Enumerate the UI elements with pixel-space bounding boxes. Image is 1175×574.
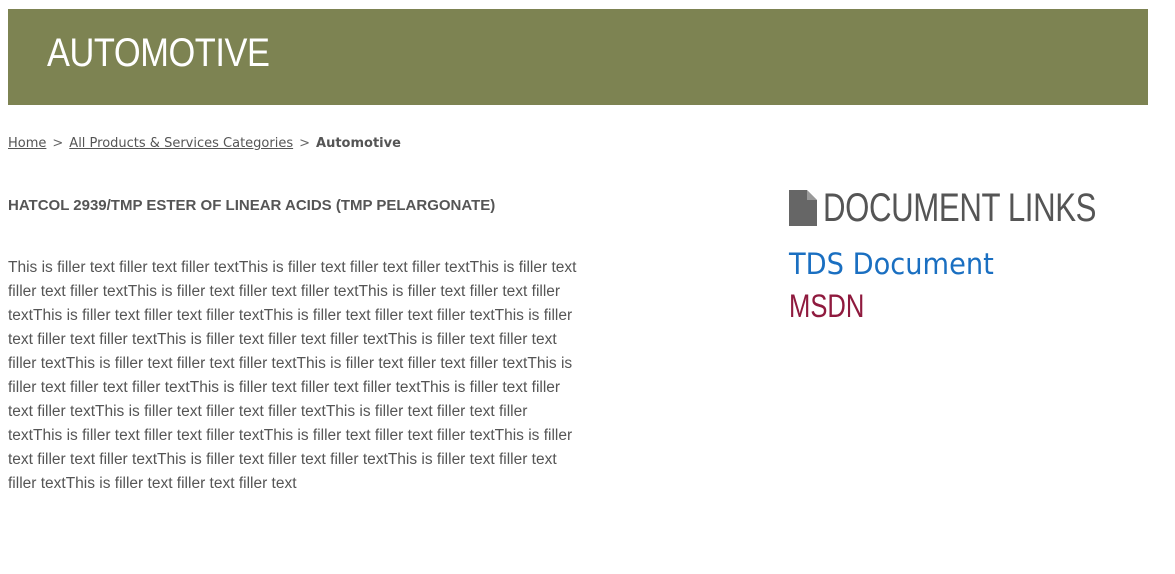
document-links-heading: DOCUMENT LINKS bbox=[789, 186, 1149, 230]
breadcrumb-category-link[interactable]: All Products & Services Categories bbox=[69, 136, 293, 151]
breadcrumb-separator: > bbox=[52, 136, 64, 151]
product-title: HATCOL 2939/TMP ESTER OF LINEAR ACIDS (T… bbox=[8, 197, 496, 214]
page-title: AUTOMOTIVE bbox=[47, 31, 270, 75]
document-links-title: DOCUMENT LINKS bbox=[823, 186, 1097, 230]
breadcrumb-home-link[interactable]: Home bbox=[8, 136, 46, 151]
page-header-banner: AUTOMOTIVE bbox=[8, 9, 1148, 105]
breadcrumb: Home > All Products & Services Categories >… bbox=[8, 136, 401, 152]
document-links-panel: DOCUMENT LINKS TDS Document MSDN bbox=[789, 186, 1149, 324]
breadcrumb-separator: > bbox=[299, 136, 311, 151]
document-icon bbox=[789, 190, 817, 226]
product-description: This is filler text filler text filler t… bbox=[8, 259, 577, 492]
msdn-link[interactable]: MSDN bbox=[789, 286, 864, 326]
tds-document-link[interactable]: TDS Document bbox=[789, 244, 994, 284]
breadcrumb-current: Automotive bbox=[316, 136, 401, 151]
